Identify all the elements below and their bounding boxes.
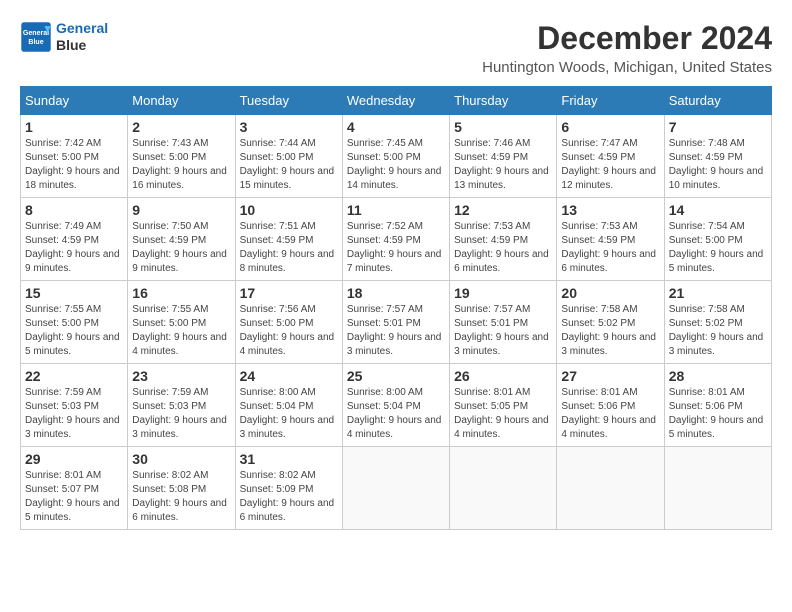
day-17: 17 Sunrise: 7:56 AMSunset: 5:00 PMDaylig… [235, 281, 342, 364]
month-title: December 2024 [482, 20, 772, 57]
empty-cell-3 [557, 447, 664, 530]
day-9: 9 Sunrise: 7:50 AMSunset: 4:59 PMDayligh… [128, 198, 235, 281]
svg-text:Blue: Blue [28, 39, 43, 46]
svg-text:General: General [23, 30, 49, 37]
header-saturday: Saturday [664, 87, 771, 115]
day-26: 26 Sunrise: 8:01 AMSunset: 5:05 PMDaylig… [450, 364, 557, 447]
header-wednesday: Wednesday [342, 87, 449, 115]
day-19: 19 Sunrise: 7:57 AMSunset: 5:01 PMDaylig… [450, 281, 557, 364]
calendar-row-week5: 29 Sunrise: 8:01 AMSunset: 5:07 PMDaylig… [21, 447, 772, 530]
day-31: 31 Sunrise: 8:02 AMSunset: 5:09 PMDaylig… [235, 447, 342, 530]
day-7: 7 Sunrise: 7:48 AMSunset: 4:59 PMDayligh… [664, 115, 771, 198]
day-22: 22 Sunrise: 7:59 AMSunset: 5:03 PMDaylig… [21, 364, 128, 447]
location-title: Huntington Woods, Michigan, United State… [482, 59, 772, 76]
day-5: 5 Sunrise: 7:46 AMSunset: 4:59 PMDayligh… [450, 115, 557, 198]
calendar-row-week2: 8 Sunrise: 7:49 AMSunset: 4:59 PMDayligh… [21, 198, 772, 281]
day-24: 24 Sunrise: 8:00 AMSunset: 5:04 PMDaylig… [235, 364, 342, 447]
day-18: 18 Sunrise: 7:57 AMSunset: 5:01 PMDaylig… [342, 281, 449, 364]
title-section: December 2024 Huntington Woods, Michigan… [482, 20, 772, 76]
logo-icon: General Blue [20, 21, 52, 53]
day-6: 6 Sunrise: 7:47 AMSunset: 4:59 PMDayligh… [557, 115, 664, 198]
day-16: 16 Sunrise: 7:55 AMSunset: 5:00 PMDaylig… [128, 281, 235, 364]
day-25: 25 Sunrise: 8:00 AMSunset: 5:04 PMDaylig… [342, 364, 449, 447]
header-monday: Monday [128, 87, 235, 115]
day-3: 3 Sunrise: 7:44 AMSunset: 5:00 PMDayligh… [235, 115, 342, 198]
calendar-header-row: Sunday Monday Tuesday Wednesday Thursday… [21, 87, 772, 115]
empty-cell-4 [664, 447, 771, 530]
day-12: 12 Sunrise: 7:53 AMSunset: 4:59 PMDaylig… [450, 198, 557, 281]
day-10: 10 Sunrise: 7:51 AMSunset: 4:59 PMDaylig… [235, 198, 342, 281]
day-27: 27 Sunrise: 8:01 AMSunset: 5:06 PMDaylig… [557, 364, 664, 447]
day-28: 28 Sunrise: 8:01 AMSunset: 5:06 PMDaylig… [664, 364, 771, 447]
day-29: 29 Sunrise: 8:01 AMSunset: 5:07 PMDaylig… [21, 447, 128, 530]
day-1: 1 Sunrise: 7:42 AMSunset: 5:00 PMDayligh… [21, 115, 128, 198]
day-21: 21 Sunrise: 7:58 AMSunset: 5:02 PMDaylig… [664, 281, 771, 364]
calendar-row-week4: 22 Sunrise: 7:59 AMSunset: 5:03 PMDaylig… [21, 364, 772, 447]
header-sunday: Sunday [21, 87, 128, 115]
header-thursday: Thursday [450, 87, 557, 115]
day-14: 14 Sunrise: 7:54 AMSunset: 5:00 PMDaylig… [664, 198, 771, 281]
header-friday: Friday [557, 87, 664, 115]
day-20: 20 Sunrise: 7:58 AMSunset: 5:02 PMDaylig… [557, 281, 664, 364]
day-2: 2 Sunrise: 7:43 AMSunset: 5:00 PMDayligh… [128, 115, 235, 198]
logo: General Blue General Blue [20, 20, 108, 54]
calendar-table: Sunday Monday Tuesday Wednesday Thursday… [20, 86, 772, 530]
day-11: 11 Sunrise: 7:52 AMSunset: 4:59 PMDaylig… [342, 198, 449, 281]
header-tuesday: Tuesday [235, 87, 342, 115]
logo-text: General Blue [56, 20, 108, 54]
day-23: 23 Sunrise: 7:59 AMSunset: 5:03 PMDaylig… [128, 364, 235, 447]
day-15: 15 Sunrise: 7:55 AMSunset: 5:00 PMDaylig… [21, 281, 128, 364]
empty-cell-1 [342, 447, 449, 530]
empty-cell-2 [450, 447, 557, 530]
day-8: 8 Sunrise: 7:49 AMSunset: 4:59 PMDayligh… [21, 198, 128, 281]
calendar-row-week3: 15 Sunrise: 7:55 AMSunset: 5:00 PMDaylig… [21, 281, 772, 364]
page-header: General Blue General Blue December 2024 … [20, 20, 772, 76]
day-30: 30 Sunrise: 8:02 AMSunset: 5:08 PMDaylig… [128, 447, 235, 530]
calendar-row-week1: 1 Sunrise: 7:42 AMSunset: 5:00 PMDayligh… [21, 115, 772, 198]
day-13: 13 Sunrise: 7:53 AMSunset: 4:59 PMDaylig… [557, 198, 664, 281]
day-4: 4 Sunrise: 7:45 AMSunset: 5:00 PMDayligh… [342, 115, 449, 198]
